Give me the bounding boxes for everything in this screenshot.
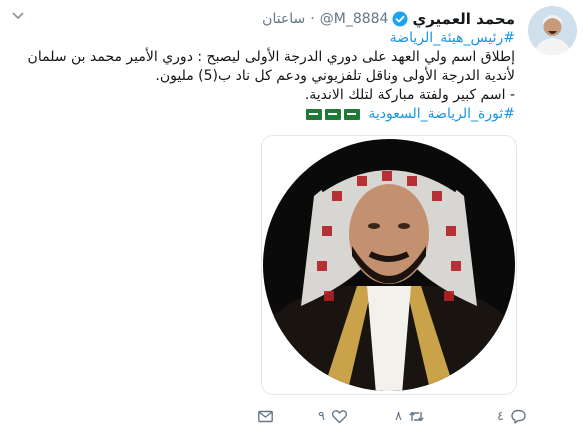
retweet-icon	[409, 411, 424, 421]
saudi-flag-icon	[324, 108, 341, 120]
heart-icon	[331, 409, 348, 423]
saudi-flag-icon	[343, 108, 360, 120]
tweet-line: إطلاق اسم ولي العهد على دوري الدرجة الأو…	[27, 49, 515, 65]
reply-icon	[511, 409, 526, 424]
tweet-image[interactable]	[261, 135, 517, 395]
tweet-timestamp[interactable]: ساعتان	[262, 11, 305, 27]
direct-message-button[interactable]	[257, 402, 274, 430]
avatar[interactable]	[528, 6, 577, 55]
hashtag-link[interactable]: #ثورة_الرياضة_السعودية	[368, 106, 515, 122]
retweet-button[interactable]: ٨	[395, 402, 425, 430]
tweet-line: - اسم كبير ولفتة مباركة لتلك الاندية.	[304, 87, 515, 103]
tweet-line: لأندية الدرجة الأولى وناقل تلفزيوني ودعم…	[155, 68, 515, 84]
reply-button[interactable]: ٤	[497, 402, 527, 430]
tweet-header: محمد العميري @M_8884 · ساعتان	[262, 9, 515, 29]
like-button[interactable]: ٩	[318, 402, 348, 430]
tweet-card[interactable]: محمد العميري @M_8884 · ساعتان #رئيس_هيئة…	[0, 0, 583, 437]
tweet-actions: ٤ ٨ ٩	[0, 402, 583, 430]
separator-dot: ·	[310, 11, 315, 27]
reply-count: ٤	[497, 408, 504, 424]
envelope-icon	[258, 410, 273, 422]
chevron-down-icon[interactable]	[8, 6, 28, 26]
tweet-text: #رئيس_هيئة_الرياضة إطلاق اسم ولي العهد ع…	[16, 29, 515, 124]
like-count: ٩	[318, 408, 325, 424]
retweet-count: ٨	[395, 408, 402, 424]
hashtag-link[interactable]: #رئيس_هيئة_الرياضة	[390, 30, 515, 46]
flag-emojis	[305, 108, 360, 120]
author-handle[interactable]: @M_8884	[320, 11, 389, 27]
saudi-flag-icon	[305, 108, 322, 120]
author-name[interactable]: محمد العميري	[412, 10, 515, 28]
verified-badge-icon	[392, 11, 408, 27]
